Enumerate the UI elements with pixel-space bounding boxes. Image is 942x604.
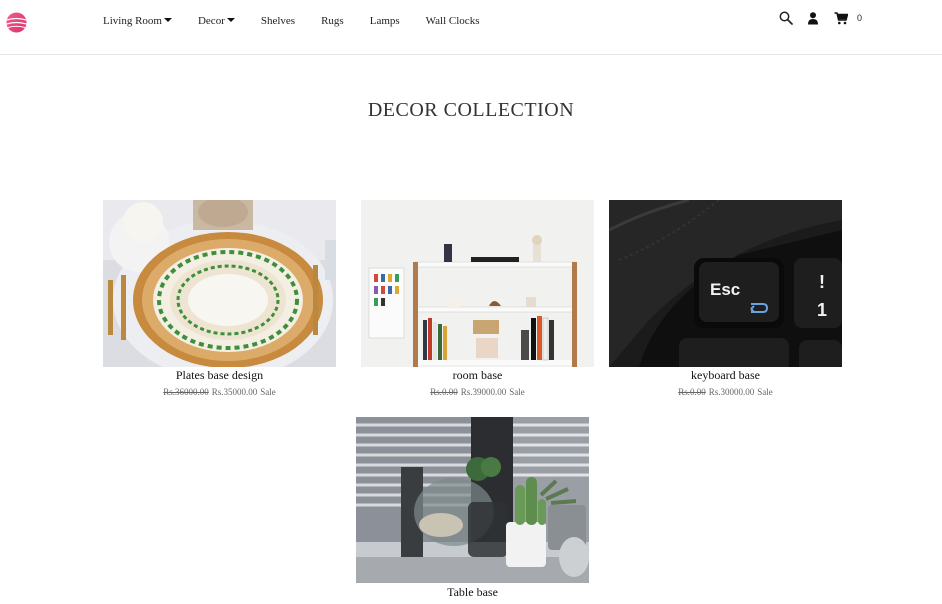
sale-price: Rs.30000.00: [708, 387, 755, 397]
header-tools: 0: [779, 11, 862, 25]
original-price: Rs.0.00: [678, 387, 706, 397]
sale-badge: Sale: [260, 387, 276, 397]
product-price: Rs.0.00 Rs.30000.00 Sale: [609, 387, 842, 397]
original-price: Rs.0.00: [430, 387, 458, 397]
page-title: DECOR COLLECTION: [367, 99, 575, 121]
product-image[interactable]: [103, 200, 336, 367]
nav-label: Wall Clocks: [425, 15, 480, 27]
user-icon: [808, 11, 818, 24]
nav-label: Rugs: [321, 15, 344, 27]
nav-label: Shelves: [260, 15, 296, 27]
product-image[interactable]: [361, 200, 594, 367]
cart-count: 0: [857, 13, 863, 23]
product-name[interactable]: keyboard base: [609, 368, 842, 383]
product-name[interactable]: Plates base design: [103, 368, 336, 383]
cactus-plants-photo: [356, 417, 589, 583]
svg-text:!: !: [819, 272, 825, 292]
nav-rugs[interactable]: Rugs: [321, 15, 344, 27]
product-price: Rs.0.00 Rs.39000.00 Sale: [361, 387, 594, 397]
original-price: Rs.36000.00: [163, 387, 209, 397]
sale-price: Rs.39000.00: [460, 387, 507, 397]
sale-badge: Sale: [757, 387, 773, 397]
account-button[interactable]: [808, 11, 818, 25]
caret-down-icon: [163, 18, 172, 22]
svg-text:1: 1: [817, 300, 827, 320]
sale-price: Rs.35000.00: [211, 387, 258, 397]
product-card[interactable]: Esc ! 1 keyboard base Rs.0.00 Rs.30000.00…: [609, 200, 842, 397]
cart-icon: [834, 11, 848, 24]
site-header: Living Room Decor Shelves Rugs Lamps Wal…: [0, 0, 942, 55]
sale-badge: Sale: [509, 387, 525, 397]
site-logo[interactable]: [6, 12, 27, 33]
product-image[interactable]: Esc ! 1: [609, 200, 842, 367]
nav-label: Living Room: [103, 15, 162, 27]
svg-text:Esc: Esc: [710, 280, 740, 299]
search-icon: [779, 11, 793, 25]
product-name[interactable]: room base: [361, 368, 594, 383]
nav-living-room[interactable]: Living Room: [103, 15, 172, 27]
product-image[interactable]: [356, 417, 589, 584]
main-nav: Living Room Decor Shelves Rugs Lamps Wal…: [103, 15, 505, 27]
product-card[interactable]: room base Rs.0.00 Rs.39000.00 Sale: [361, 200, 594, 397]
nav-decor[interactable]: Decor: [198, 15, 235, 27]
product-price: Rs.36000.00 Rs.35000.00 Sale: [103, 387, 336, 397]
nav-shelves[interactable]: Shelves: [261, 15, 295, 27]
product-card[interactable]: Table base: [356, 417, 589, 604]
bookshelf-photo: [361, 200, 594, 367]
search-button[interactable]: [779, 11, 793, 25]
nav-label: Decor: [197, 15, 225, 27]
cart-button[interactable]: 0: [834, 11, 863, 25]
nav-wall-clocks[interactable]: Wall Clocks: [426, 15, 480, 27]
nav-lamps[interactable]: Lamps: [370, 15, 400, 27]
dinner-plates-photo: [103, 200, 336, 367]
product-card[interactable]: Plates base design Rs.36000.00 Rs.35000.0…: [103, 200, 336, 397]
caret-down-icon: [226, 18, 235, 22]
nav-label: Lamps: [369, 15, 400, 27]
keyboard-esc-key-photo: Esc ! 1: [609, 200, 842, 367]
product-name[interactable]: Table base: [356, 585, 589, 600]
